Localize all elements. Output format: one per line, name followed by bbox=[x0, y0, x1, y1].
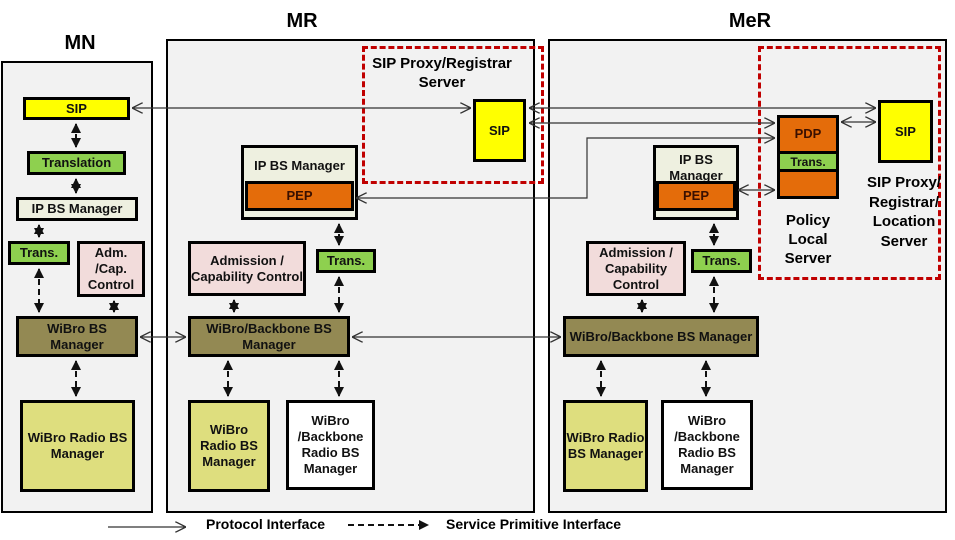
mer-wibro-backbone-bs-manager-box[interactable]: WiBro/Backbone BS Manager bbox=[563, 316, 759, 357]
mer-sip-proxy-registrar-location-server-label: SIP Proxy/ Registrar/ Location Server bbox=[867, 174, 941, 250]
mer-pdp-label: PDP bbox=[794, 125, 822, 141]
mn-trans-box[interactable]: Trans. bbox=[8, 241, 70, 265]
mn-ip-bs-manager-box[interactable]: IP BS Manager bbox=[16, 197, 138, 221]
mer-pdp-trans-box[interactable]: Trans. bbox=[780, 151, 836, 172]
mn-wibro-radio-bs-manager-box[interactable]: WiBro Radio BS Manager bbox=[20, 400, 135, 492]
mr-sip-proxy-registrar-label: SIP Proxy/Registrar Server bbox=[372, 55, 512, 91]
zone-title-mr: MR bbox=[286, 10, 318, 32]
mr-admission-capability-control-box[interactable]: Admission / Capability Control bbox=[188, 241, 306, 296]
mer-policy-local-server-label: Policy Local Server bbox=[784, 212, 832, 267]
mer-ip-bs-manager-label: IP BS Manager bbox=[669, 152, 723, 183]
mn-translation-box[interactable]: Translation bbox=[27, 151, 126, 175]
mer-wibro-radio-bs-manager-box[interactable]: WiBro Radio BS Manager bbox=[563, 400, 648, 492]
mer-trans-box[interactable]: Trans. bbox=[691, 249, 752, 273]
mn-sip-box[interactable]: SIP bbox=[23, 97, 130, 120]
mer-sip-box[interactable]: SIP bbox=[878, 100, 933, 163]
zone-title-mer: MeR bbox=[728, 10, 772, 32]
mer-wibro-backbone-radio-bs-manager-box[interactable]: WiBro /Backbone Radio BS Manager bbox=[661, 400, 753, 490]
mn-wibro-bs-manager-box[interactable]: WiBro BS Manager bbox=[16, 316, 138, 357]
mn-adm-cap-control-box[interactable]: Adm. /Cap. Control bbox=[77, 241, 145, 297]
mer-pep-box[interactable]: PEP bbox=[656, 181, 736, 211]
zone-title-mn: MN bbox=[64, 32, 96, 54]
mr-ip-bs-manager-label: IP BS Manager bbox=[254, 158, 345, 173]
legend-service-primitive-interface: Service Primitive Interface bbox=[446, 516, 622, 532]
mr-trans-box[interactable]: Trans. bbox=[316, 249, 376, 273]
mer-admission-capability-control-box[interactable]: Admission / Capability Control bbox=[586, 241, 686, 296]
mr-wibro-backbone-bs-manager-box[interactable]: WiBro/Backbone BS Manager bbox=[188, 316, 350, 357]
mr-wibro-backbone-radio-bs-manager-box[interactable]: WiBro /Backbone Radio BS Manager bbox=[286, 400, 375, 490]
mr-wibro-radio-bs-manager-box[interactable]: WiBro Radio BS Manager bbox=[188, 400, 270, 492]
legend-protocol-interface: Protocol Interface bbox=[206, 516, 326, 532]
mr-pep-box[interactable]: PEP bbox=[245, 181, 354, 211]
mr-sip-box[interactable]: SIP bbox=[473, 99, 526, 162]
